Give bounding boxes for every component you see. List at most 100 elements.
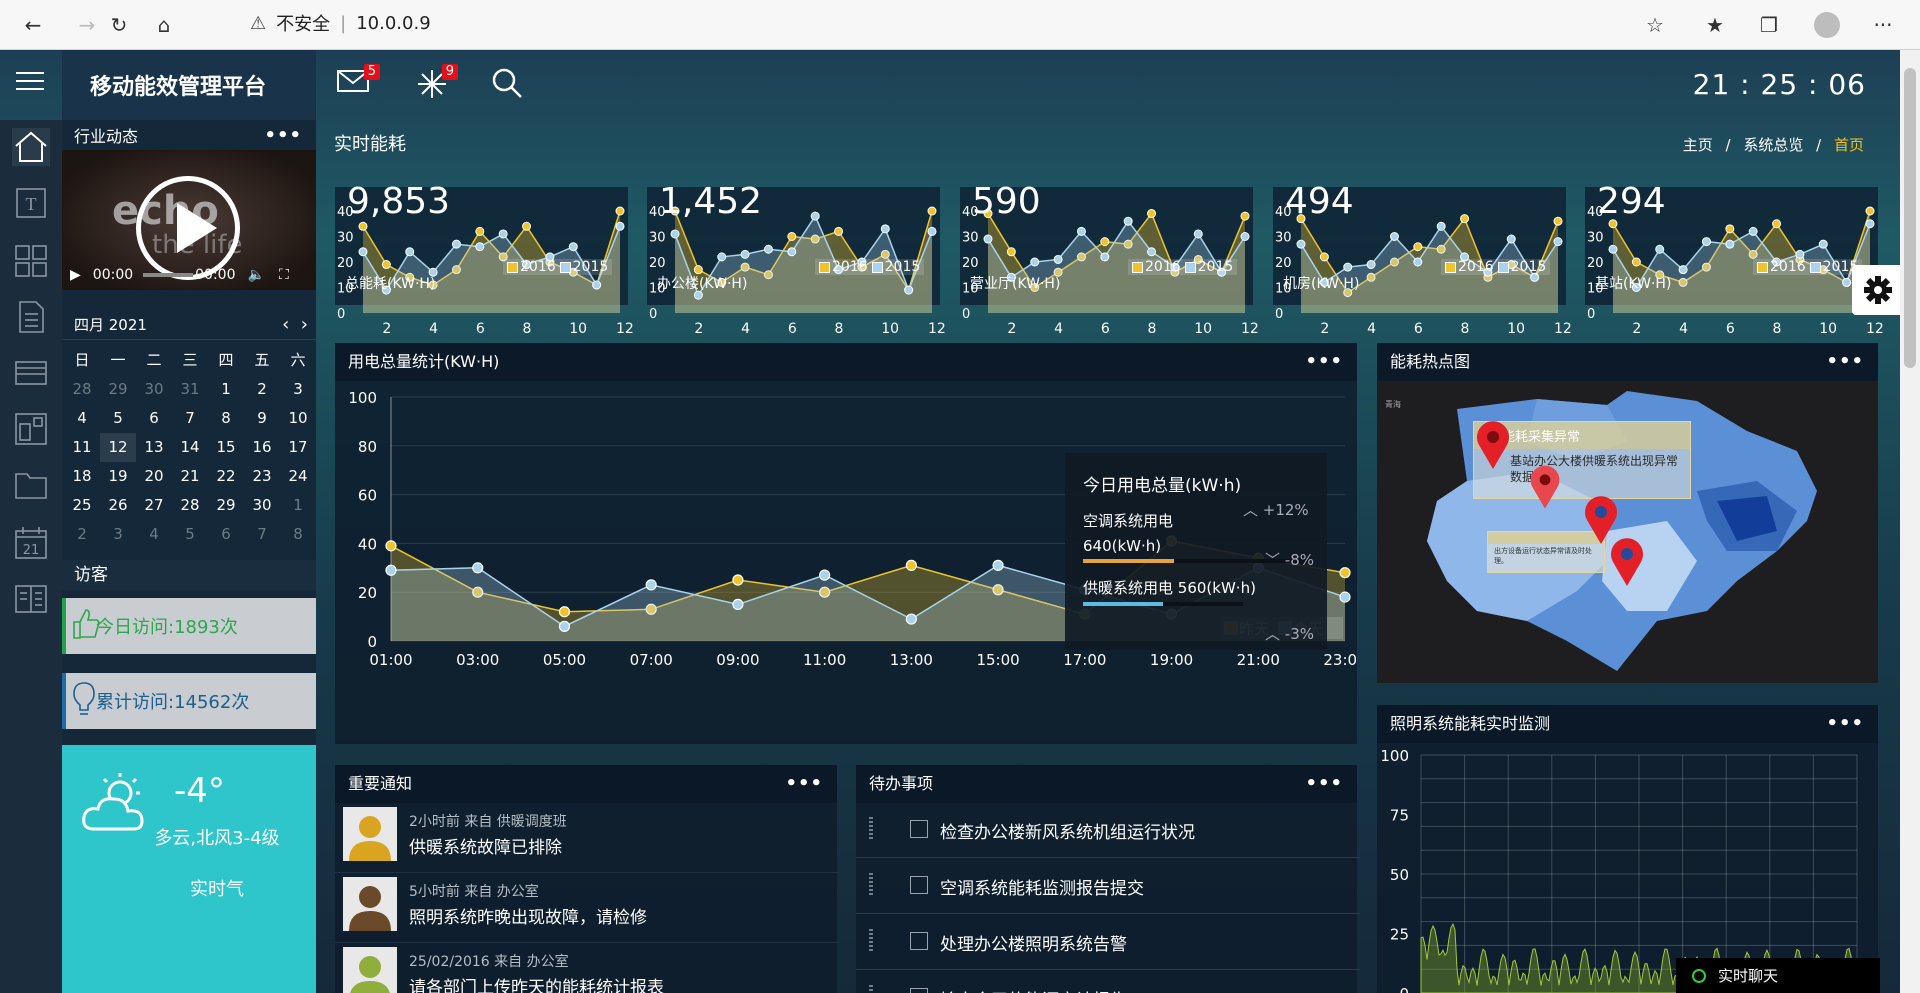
calendar-day[interactable]: 28	[64, 375, 100, 404]
usage-point[interactable]	[558, 606, 571, 618]
calendar-day[interactable]: 29	[208, 491, 244, 520]
address-bar[interactable]: ⚠ 不安全 | 10.0.0.9	[250, 10, 431, 36]
refresh-icon[interactable]: ↻	[104, 10, 134, 40]
video-play-icon[interactable]: ▶	[70, 267, 81, 283]
favorites-icon[interactable]: ★	[1700, 10, 1730, 40]
profile-icon[interactable]	[1812, 10, 1842, 40]
document-nav-icon[interactable]	[12, 298, 50, 336]
calendar-day[interactable]: 26	[100, 491, 136, 520]
calendar-day[interactable]: 2	[64, 520, 100, 549]
todo-checkbox[interactable]	[910, 820, 928, 838]
notice-title[interactable]: 照明系统昨晚出现故障，请检修	[409, 903, 647, 928]
calendar-nav-icon[interactable]: 21	[12, 524, 50, 562]
fullscreen-icon[interactable]: ⛶	[279, 267, 289, 283]
calendar-day[interactable]: 1	[280, 491, 316, 520]
grid-nav-icon[interactable]	[12, 242, 50, 280]
usage-more-button[interactable]: •••	[1305, 343, 1343, 381]
calendar-day[interactable]: 30	[136, 375, 172, 404]
breadcrumb-overview[interactable]: 系统总览	[1743, 136, 1803, 154]
todo-item[interactable]: 检查办公楼新风系统机组运行状况	[856, 803, 1360, 858]
usage-point[interactable]	[385, 540, 397, 552]
calendar-day[interactable]: 15	[208, 433, 244, 462]
list-nav-icon[interactable]	[12, 580, 50, 618]
calendar-day[interactable]: 31	[172, 375, 208, 404]
drag-handle-icon[interactable]	[869, 873, 873, 895]
usage-point[interactable]	[1339, 591, 1351, 603]
calendar-day[interactable]: 28	[172, 491, 208, 520]
calendar-day[interactable]: 11	[64, 433, 100, 462]
heatmap-more-button[interactable]: •••	[1826, 343, 1864, 381]
folder-nav-icon[interactable]	[12, 466, 50, 504]
settings-button[interactable]	[1852, 265, 1900, 315]
usage-point[interactable]	[905, 613, 917, 625]
usage-point[interactable]	[385, 564, 397, 576]
layers-nav-icon[interactable]	[12, 354, 50, 392]
kpi-card[interactable]: 0 10 20 30 40 2 4 6 8 10 12 1,452 办公楼(KW·H) 2016 2015	[647, 181, 946, 337]
collections-icon[interactable]: ❐	[1754, 10, 1784, 40]
calendar-day[interactable]: 16	[244, 433, 280, 462]
calendar-day[interactable]: 19	[100, 462, 136, 491]
calendar-day[interactable]: 23	[244, 462, 280, 491]
notice-item[interactable]: 2小时前 来自 供暖调度班 供暖系统故障已排除	[335, 803, 839, 873]
calendar-day[interactable]: 5	[172, 520, 208, 549]
calendar-day[interactable]: 21	[172, 462, 208, 491]
calendar-day[interactable]: 13	[136, 433, 172, 462]
calendar-day[interactable]: 22	[208, 462, 244, 491]
todo-item[interactable]: 处理办公楼照明系统告警	[856, 915, 1360, 970]
lighting-more-button[interactable]: •••	[1826, 705, 1864, 743]
calendar-day[interactable]: 12	[100, 433, 136, 462]
page-scrollbar[interactable]	[1900, 50, 1920, 993]
video-player[interactable]: echo the life ▶ 00:00 00:00 🔈 ⛶	[62, 150, 316, 290]
add-favorite-icon[interactable]: ☆	[1640, 10, 1670, 40]
todo-checkbox[interactable]	[910, 988, 928, 993]
volume-icon[interactable]: 🔈	[248, 267, 265, 283]
kpi-card[interactable]: 0 10 20 30 40 2 4 6 8 10 12 9,853 总能耗(KW·H) 2016 2015	[335, 181, 634, 337]
alert-icon[interactable]: 9	[414, 64, 458, 106]
usage-point[interactable]	[472, 562, 484, 574]
drag-handle-icon[interactable]	[869, 985, 873, 993]
back-icon[interactable]: ←	[18, 10, 48, 40]
home-icon[interactable]: ⌂	[149, 10, 179, 40]
usage-point[interactable]	[905, 559, 917, 571]
calendar-day[interactable]: 6	[208, 520, 244, 549]
calendar-day[interactable]: 4	[136, 520, 172, 549]
live-chat-button[interactable]: 实时聊天	[1676, 958, 1880, 993]
calendar-day[interactable]: 2	[244, 375, 280, 404]
usage-point[interactable]	[1339, 567, 1351, 579]
kpi-card[interactable]: 0 10 20 30 40 2 4 6 8 10 12 494 机房(KW·H) 2016 2015	[1273, 181, 1572, 337]
next-month-icon[interactable]: ›	[301, 314, 308, 335]
notice-item[interactable]: 25/02/2016 来自 办公室 请各部门上传昨天的能耗统计报表	[335, 943, 839, 993]
calendar-day[interactable]: 8	[280, 520, 316, 549]
notice-more-button[interactable]: •••	[785, 765, 823, 803]
news-more-button[interactable]: •••	[264, 125, 302, 146]
usage-point[interactable]	[732, 574, 744, 586]
calendar-day[interactable]: 30	[244, 491, 280, 520]
usage-point[interactable]	[992, 559, 1004, 571]
kpi-card[interactable]: 0 10 20 30 40 2 4 6 8 10 12 294 基站(KW·H) 2016 2015	[1585, 181, 1884, 337]
map-pin-icon[interactable]	[1607, 533, 1647, 591]
map-pin-icon[interactable]	[1473, 419, 1513, 471]
mail-icon[interactable]: 5	[336, 64, 380, 106]
calendar-day[interactable]: 3	[100, 520, 136, 549]
breadcrumb-home[interactable]: 主页	[1683, 136, 1713, 154]
layout-nav-icon[interactable]	[12, 410, 50, 448]
todo-checkbox[interactable]	[910, 932, 928, 950]
calendar-day[interactable]: 18	[64, 462, 100, 491]
notice-title[interactable]: 供暖系统故障已排除	[409, 833, 562, 858]
calendar-day[interactable]: 7	[172, 404, 208, 433]
search-icon[interactable]	[490, 66, 530, 106]
home-nav-icon[interactable]	[12, 128, 50, 166]
notice-item[interactable]: 5小时前 来自 办公室 照明系统昨晚出现故障，请检修	[335, 873, 839, 943]
notice-title[interactable]: 请各部门上传昨天的能耗统计报表	[409, 973, 664, 993]
kpi-card[interactable]: 0 10 20 30 40 2 4 6 8 10 12 590 营业厅(KW·H) 2016 2015	[960, 181, 1259, 337]
map-pin-icon[interactable]	[1527, 463, 1563, 511]
usage-point[interactable]	[645, 579, 657, 591]
todo-checkbox[interactable]	[910, 876, 928, 894]
text-nav-icon[interactable]: T	[12, 184, 50, 222]
drag-handle-icon[interactable]	[869, 817, 873, 839]
calendar-day[interactable]: 4	[64, 404, 100, 433]
usage-point[interactable]	[732, 598, 744, 610]
usage-point[interactable]	[558, 620, 571, 632]
calendar-day[interactable]: 8	[208, 404, 244, 433]
todo-more-button[interactable]: •••	[1305, 765, 1343, 803]
